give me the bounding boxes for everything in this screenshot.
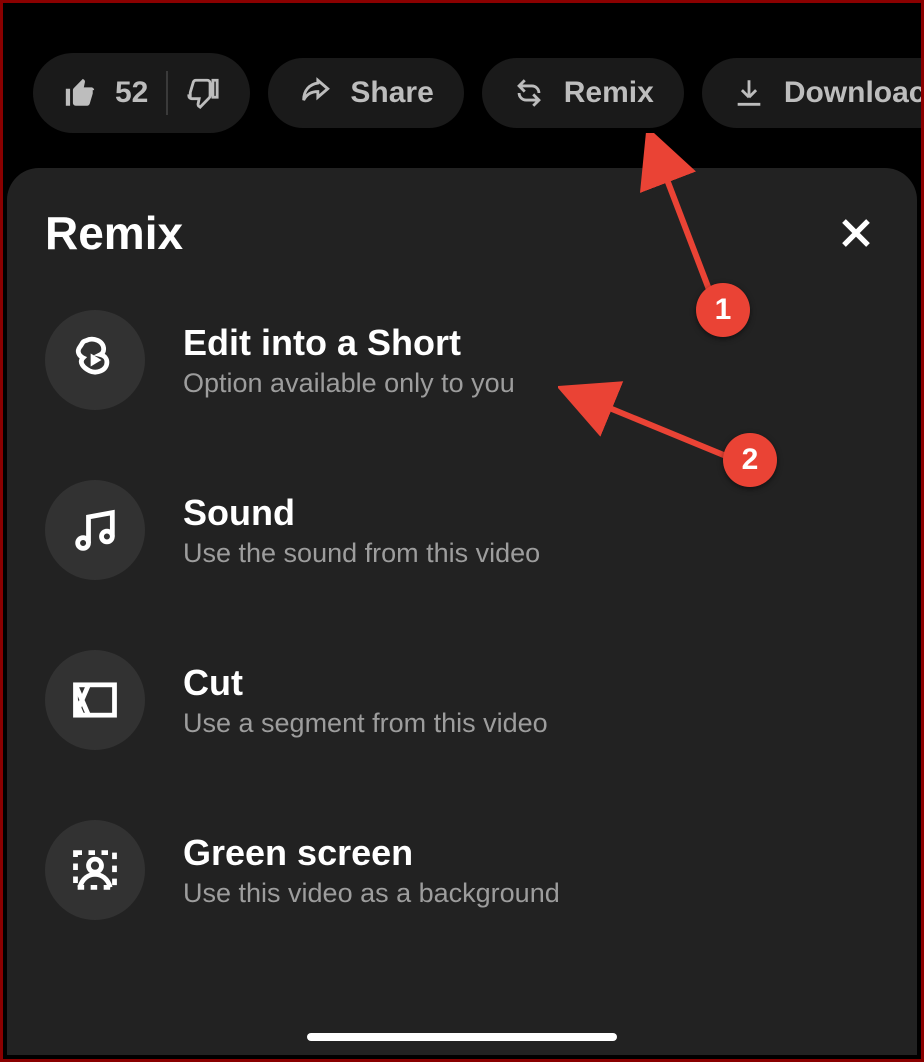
annotation-badge-2: 2 [723, 433, 777, 487]
share-button[interactable]: Share [268, 58, 463, 128]
sheet-header: Remix [45, 206, 879, 260]
shorts-icon [45, 310, 145, 410]
share-icon [298, 76, 332, 110]
option-cut[interactable]: Cut Use a segment from this video [45, 650, 879, 750]
home-indicator [307, 1033, 617, 1041]
thumbs-up-icon [63, 76, 97, 110]
music-note-icon [45, 480, 145, 580]
option-green-screen[interactable]: Green screen Use this video as a backgro… [45, 820, 879, 920]
download-button[interactable]: Downloac [702, 58, 921, 128]
annotation-badge-1: 1 [696, 283, 750, 337]
green-screen-icon [45, 820, 145, 920]
close-button[interactable] [833, 210, 879, 256]
like-count: 52 [115, 76, 148, 110]
option-subtitle: Option available only to you [183, 368, 515, 399]
option-edit-into-short[interactable]: Edit into a Short Option available only … [45, 310, 879, 410]
remix-button[interactable]: Remix [482, 58, 684, 128]
thumbs-down-icon [186, 76, 220, 110]
close-icon [838, 215, 874, 251]
remix-sheet: Remix Edit into a Short Option available… [7, 168, 917, 1055]
sheet-title: Remix [45, 206, 183, 260]
remix-option-list: Edit into a Short Option available only … [45, 310, 879, 920]
option-title: Cut [183, 662, 548, 704]
remix-label: Remix [564, 76, 654, 110]
cut-segment-icon [45, 650, 145, 750]
option-subtitle: Use the sound from this video [183, 538, 540, 569]
pill-divider [166, 71, 168, 115]
option-title: Green screen [183, 832, 560, 874]
download-label: Downloac [784, 76, 921, 110]
option-title: Edit into a Short [183, 322, 515, 364]
share-label: Share [350, 76, 433, 110]
option-title: Sound [183, 492, 540, 534]
option-subtitle: Use this video as a background [183, 878, 560, 909]
option-sound[interactable]: Sound Use the sound from this video [45, 480, 879, 580]
remix-icon [512, 76, 546, 110]
video-action-row: 52 Share Remix Downloac [33, 53, 921, 133]
option-subtitle: Use a segment from this video [183, 708, 548, 739]
like-dislike-pill[interactable]: 52 [33, 53, 250, 133]
download-icon [732, 76, 766, 110]
